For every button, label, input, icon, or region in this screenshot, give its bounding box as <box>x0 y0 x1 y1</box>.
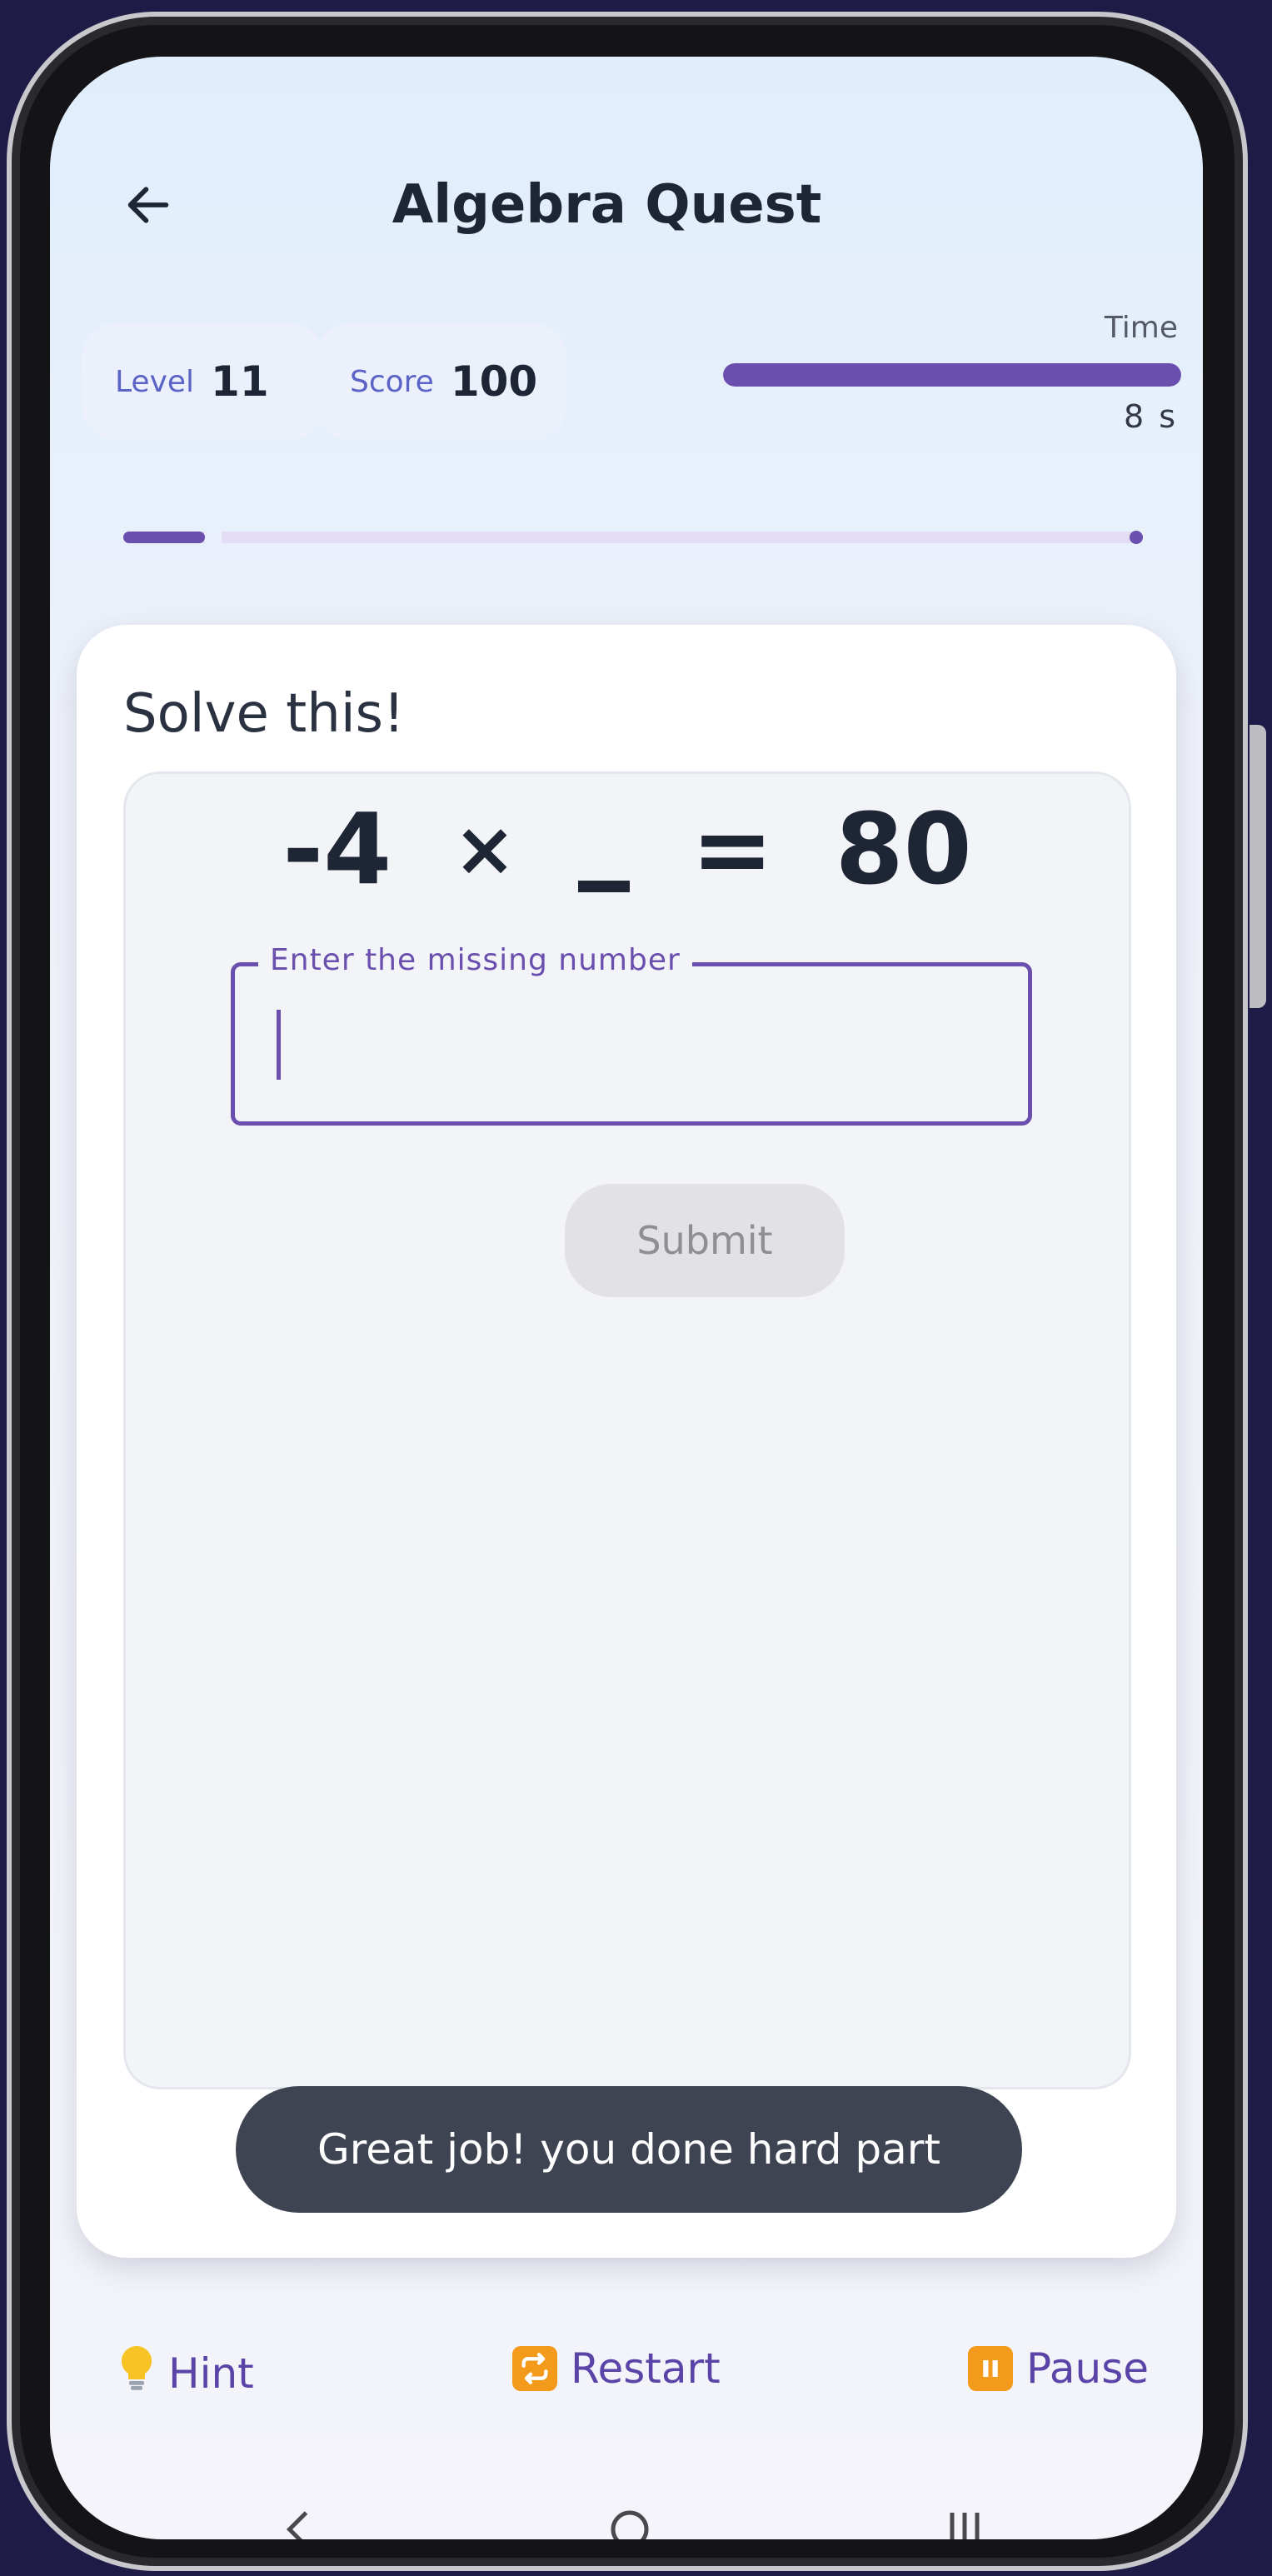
score-chip: Score 100 <box>317 323 566 440</box>
nav-home-icon[interactable] <box>605 2504 655 2539</box>
equation-left-operand: -4 <box>282 791 392 906</box>
level-value: 11 <box>211 357 269 406</box>
nav-recent-apps-icon[interactable] <box>940 2504 990 2539</box>
score-label: Score <box>350 364 434 399</box>
equation-result: 80 <box>835 791 972 906</box>
level-label: Level <box>115 364 195 399</box>
level-progress-bar <box>123 531 1143 544</box>
level-progress-gap <box>204 532 222 543</box>
question-card: Solve this! -4 × = 80 Enter the missing … <box>77 625 1176 2258</box>
pause-button[interactable]: Pause <box>968 2344 1149 2393</box>
missing-number-input[interactable] <box>268 1000 1001 1091</box>
phone-side-button <box>1250 725 1266 1008</box>
hint-button[interactable]: Hint <box>118 2344 254 2402</box>
level-chip: Level 11 <box>82 323 323 440</box>
timer-label: Time <box>1104 311 1178 345</box>
level-progress-fill <box>123 532 205 543</box>
lightbulb-icon <box>118 2344 155 2402</box>
restart-button[interactable]: Restart <box>512 2344 721 2393</box>
page-title: Algebra Quest <box>392 174 822 236</box>
text-caret <box>277 1010 281 1080</box>
pause-icon <box>968 2346 1013 2391</box>
card-heading: Solve this! <box>123 683 405 745</box>
pause-label: Pause <box>1026 2344 1150 2393</box>
missing-number-label: Enter the missing number <box>258 943 692 977</box>
equation: -4 × = 80 <box>126 782 1129 916</box>
nav-back-icon[interactable] <box>275 2504 325 2539</box>
score-value: 100 <box>450 357 538 406</box>
level-progress-end-dot <box>1130 531 1143 544</box>
equation-operator: × <box>453 805 516 893</box>
equation-equals: = <box>691 791 774 906</box>
problem-box: -4 × = 80 Enter the missing number Submi… <box>123 771 1131 2089</box>
timer-value: 8 s <box>1123 398 1178 435</box>
restart-label: Restart <box>571 2344 721 2393</box>
toast-message: Great job! you done hard part <box>236 2086 1022 2213</box>
timer-bar <box>723 363 1181 387</box>
repeat-icon <box>512 2346 557 2391</box>
equation-blank <box>577 881 630 892</box>
submit-button[interactable]: Submit <box>565 1184 845 1297</box>
missing-number-field[interactable]: Enter the missing number <box>231 943 1032 1126</box>
hint-label: Hint <box>168 2349 254 2398</box>
timer-bar-fill <box>723 363 1181 387</box>
app-screen: Algebra Quest Level 11 Score 100 Time 8 … <box>50 57 1203 2539</box>
